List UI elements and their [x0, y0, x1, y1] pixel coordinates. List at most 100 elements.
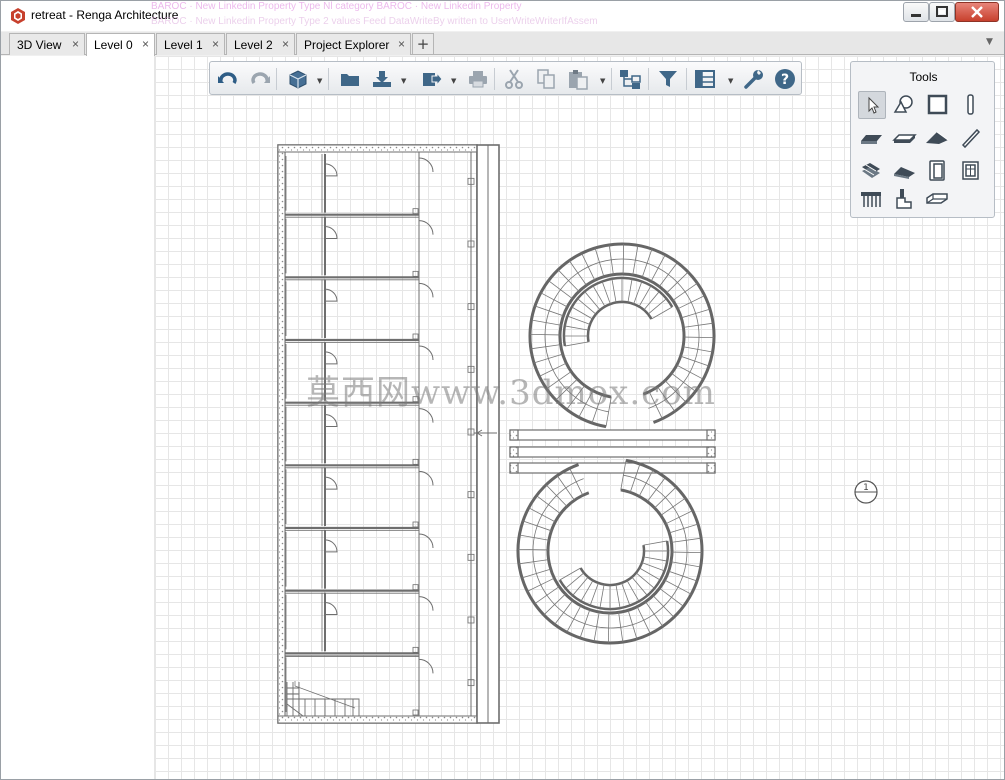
settings-button[interactable]: [742, 67, 766, 91]
view-cube-button[interactable]: [286, 67, 310, 91]
ramp-tool[interactable]: [891, 157, 919, 185]
walkway-bars: [509, 429, 716, 474]
ramp-inner-segment: [599, 584, 605, 609]
tab-label: 3D View: [17, 38, 62, 52]
paste-button[interactable]: [566, 67, 590, 91]
ramp-segment-line: [594, 247, 605, 277]
room-tool[interactable]: [924, 91, 952, 119]
tab-close-icon[interactable]: ×: [72, 37, 79, 51]
tab-label: Level 2: [234, 38, 273, 52]
roof-tool[interactable]: [924, 124, 952, 152]
tab-close-icon[interactable]: ×: [142, 37, 149, 51]
open-folder-button[interactable]: [338, 67, 362, 91]
filter-button[interactable]: [656, 67, 680, 91]
ramp-segment-line: [677, 295, 705, 310]
ramp-segment-line: [681, 308, 711, 319]
railing-tool[interactable]: [858, 186, 886, 214]
structure-button[interactable]: [618, 67, 642, 91]
tab-level-2[interactable]: Level 2 ×: [226, 33, 295, 55]
ramp-inner-segment: [611, 278, 617, 303]
save-button[interactable]: [370, 67, 394, 91]
ramp-segment-line: [641, 248, 653, 278]
paste-dropdown[interactable]: ▼: [600, 77, 605, 85]
wall-tool[interactable]: [858, 124, 886, 152]
filter-icon: [659, 71, 677, 87]
floor-slab-tool[interactable]: [891, 124, 919, 152]
level-marker[interactable]: 1: [854, 480, 878, 504]
save-dropdown[interactable]: ▼: [401, 77, 406, 85]
fixture-square: [412, 333, 419, 340]
export-dropdown[interactable]: ▼: [451, 77, 456, 85]
ramp-segment-line: [518, 548, 549, 551]
minimize-button[interactable]: [903, 2, 929, 22]
ramp-segment-line: [540, 292, 568, 308]
shapes-tool[interactable]: [891, 91, 919, 119]
help-button[interactable]: ?: [773, 67, 797, 91]
stair-tool[interactable]: [858, 157, 886, 185]
maximize-button[interactable]: [929, 2, 955, 22]
shapes-icon: [893, 95, 913, 113]
copy-button[interactable]: [534, 67, 558, 91]
ramp-inner-segment: [615, 584, 621, 609]
print-button[interactable]: [466, 67, 490, 91]
ramp-inner-segment: [633, 281, 643, 305]
ramp-segment-line: [554, 600, 574, 625]
tab-level-0[interactable]: Level 0 ×: [86, 33, 155, 56]
tab-level-1[interactable]: Level 1 ×: [156, 33, 225, 55]
room-icon: [927, 94, 948, 115]
add-tab-button[interactable]: +: [412, 33, 434, 55]
watermark-text: 莫西网www.3dmox.com: [306, 373, 716, 413]
beam-tool[interactable]: [957, 124, 985, 152]
minimize-icon: [911, 14, 921, 17]
spiral-ramp-lower: [516, 458, 704, 645]
close-icon: [971, 6, 983, 18]
ramp-segment-line: [522, 520, 552, 532]
tab-close-icon[interactable]: ×: [398, 37, 405, 51]
folder-icon: [341, 74, 359, 86]
fixture-square: [412, 458, 419, 465]
ramp-inner-segment: [589, 582, 599, 606]
paste-icon: [569, 70, 588, 90]
undo-button[interactable]: [216, 67, 240, 91]
ramp-inner-ring: [586, 300, 653, 343]
ramp-segment-line: [536, 495, 561, 515]
ramp-segment-line: [528, 507, 556, 523]
fixture-square: [412, 709, 419, 716]
settings-wrench-icon: [744, 70, 763, 89]
opening-tool[interactable]: [924, 186, 952, 214]
tab-close-icon[interactable]: ×: [282, 37, 289, 51]
floor-slab-icon: [892, 134, 917, 143]
toolbar-separator: [276, 68, 277, 90]
cut-button[interactable]: [502, 67, 526, 91]
entrance-door-swing: [418, 533, 434, 549]
toolbar-separator: [611, 68, 612, 90]
ramp-segment-line: [534, 586, 560, 605]
ramp-segment-line: [636, 606, 651, 634]
tab-project-explorer[interactable]: Project Explorer ×: [296, 33, 411, 55]
window-tool[interactable]: [957, 157, 985, 185]
export-button[interactable]: [420, 67, 444, 91]
equipment-tool[interactable]: [891, 186, 919, 214]
beam-icon: [961, 128, 981, 149]
ramp-segment-line: [530, 333, 561, 336]
railing-icon: [861, 192, 881, 207]
layout-button[interactable]: [694, 67, 718, 91]
entrance-door-swing: [418, 220, 434, 235]
level-marker-label: 1: [863, 483, 869, 493]
column-tool[interactable]: [957, 91, 985, 119]
close-button[interactable]: [955, 2, 999, 22]
select-tool[interactable]: [858, 91, 886, 119]
undo-icon: [218, 72, 237, 84]
door-tool[interactable]: [924, 157, 952, 185]
fixture-square: [412, 270, 419, 277]
ramp-segment-line: [579, 609, 591, 639]
view-cube-dropdown[interactable]: ▼: [317, 77, 322, 85]
tab-list-menu-button[interactable]: ▼: [986, 37, 993, 47]
corner-stair: [286, 681, 360, 717]
redo-button[interactable]: [248, 67, 272, 91]
tab-close-icon[interactable]: ×: [212, 37, 219, 51]
layout-dropdown[interactable]: ▼: [728, 77, 733, 85]
structure-icon: [620, 70, 641, 89]
toolbar-separator: [648, 68, 649, 90]
tab-3d-view[interactable]: 3D View ×: [9, 33, 85, 55]
